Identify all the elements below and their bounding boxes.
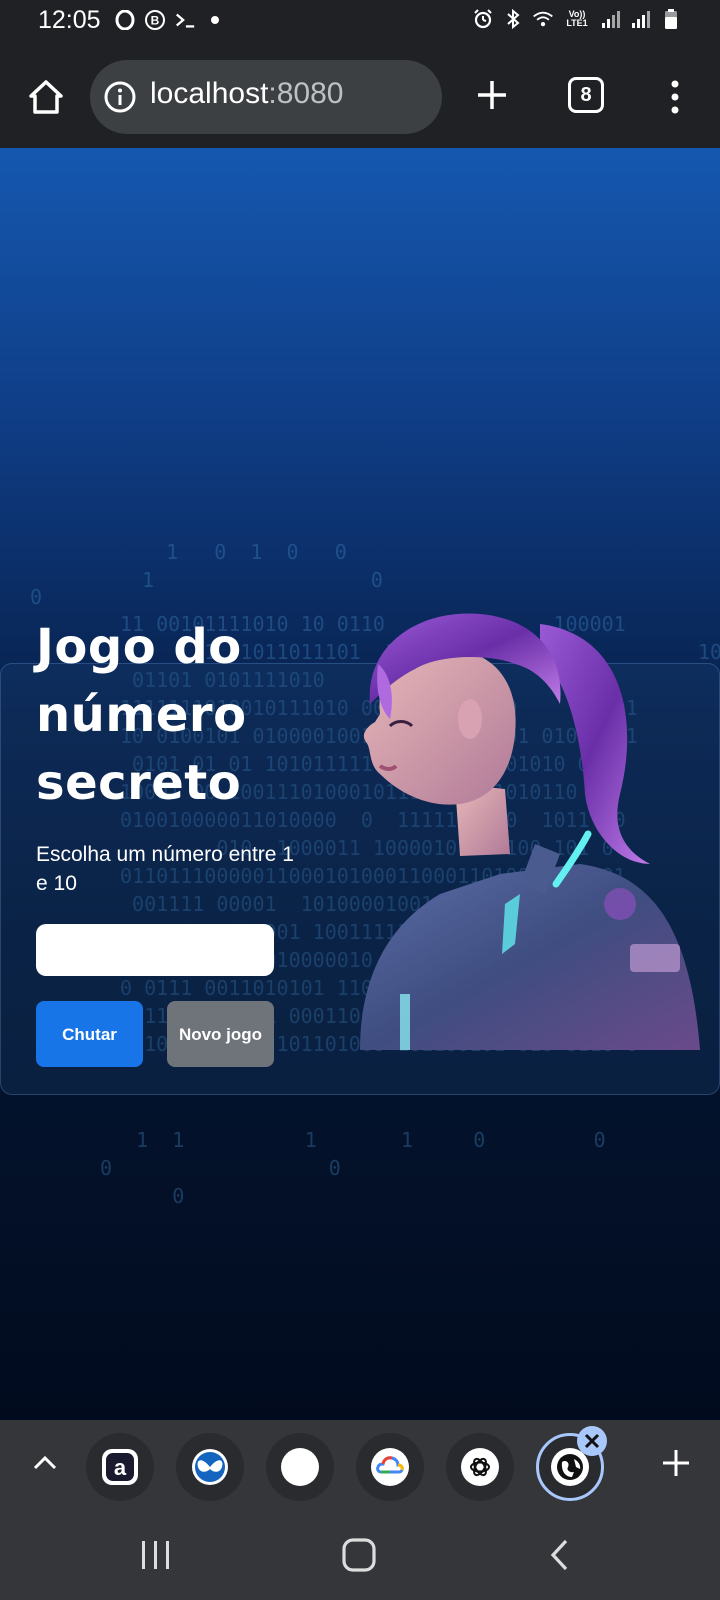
page-title: Jogo do número secreto (36, 619, 247, 811)
more-vert-icon (671, 80, 679, 114)
binary-decoration: 1 0 1 0 0 1 0 (142, 540, 383, 592)
tab-item[interactable]: a (86, 1433, 154, 1501)
tab-item[interactable] (356, 1433, 424, 1501)
tab-item[interactable] (446, 1433, 514, 1501)
url-bar[interactable]: localhost:8080 (90, 60, 442, 134)
binary-decoration: 1 1 1 1 0 0 0 0 0 (100, 1128, 606, 1208)
recents-icon (142, 1541, 169, 1569)
tab-item[interactable] (266, 1433, 334, 1501)
close-icon (584, 1433, 600, 1449)
alarm-icon (472, 8, 494, 30)
info-icon[interactable] (104, 81, 136, 113)
opera-icon (114, 9, 136, 31)
page-content: 1 0 1 0 0 1 0 0 11 00101111010 10 0110 1… (0, 148, 720, 1420)
system-nav-bar (0, 1510, 720, 1600)
plus-icon (478, 81, 506, 109)
svg-text:B: B (151, 14, 160, 28)
new-tab-button[interactable] (474, 77, 510, 113)
astronaut-girl-illustration (360, 613, 700, 1050)
home-button[interactable] (26, 77, 66, 117)
butterfly-icon (192, 1449, 228, 1485)
volte-icon: Vo)) LTE1 (566, 9, 588, 28)
status-right-icons: Vo)) LTE1 (472, 8, 682, 30)
signal-icon (630, 8, 652, 30)
browser-toolbar: localhost:8080 8 (0, 44, 720, 148)
guess-input[interactable] (36, 924, 274, 976)
binary-decoration: 0 (30, 585, 43, 609)
a-app-icon: a (102, 1449, 138, 1485)
status-time: 12:05 (38, 6, 101, 34)
bluetooth-icon (502, 8, 524, 30)
menu-button[interactable] (662, 77, 688, 117)
guess-button[interactable]: Chutar (36, 1001, 143, 1067)
recents-button[interactable] (138, 1538, 174, 1572)
close-tab-button[interactable] (577, 1426, 607, 1456)
home-nav-icon (342, 1538, 376, 1572)
back-button[interactable] (548, 1538, 572, 1572)
tab-switcher-button[interactable]: 8 (568, 77, 604, 113)
signal-icon (600, 8, 622, 30)
new-game-button[interactable]: Novo jogo (167, 1001, 274, 1067)
page-instruction: Escolha um número entre 1 e 10 (36, 843, 294, 895)
chevron-up-icon[interactable] (30, 1448, 60, 1478)
home-icon (29, 80, 63, 114)
plus-icon (663, 1450, 689, 1476)
tab-strip: a (0, 1420, 720, 1510)
blank-icon (281, 1448, 319, 1486)
home-nav-button[interactable] (340, 1536, 378, 1574)
terminal-icon (174, 9, 196, 31)
url-text[interactable]: localhost:8080 (150, 77, 343, 111)
back-icon (550, 1539, 568, 1571)
battery-icon (660, 8, 682, 30)
svg-text:a: a (114, 1455, 127, 1480)
status-left-icons: B (114, 9, 226, 31)
add-tab-button[interactable] (660, 1447, 692, 1479)
b-icon: B (144, 9, 166, 31)
openai-icon (461, 1448, 499, 1486)
dot-icon (204, 9, 226, 31)
tab-item[interactable] (176, 1433, 244, 1501)
url-host: localhost (150, 77, 269, 110)
wifi-icon (532, 8, 554, 30)
google-cloud-icon (371, 1448, 409, 1486)
status-bar: 12:05 B Vo)) LTE1 (0, 0, 720, 44)
url-port: :8080 (268, 77, 344, 110)
